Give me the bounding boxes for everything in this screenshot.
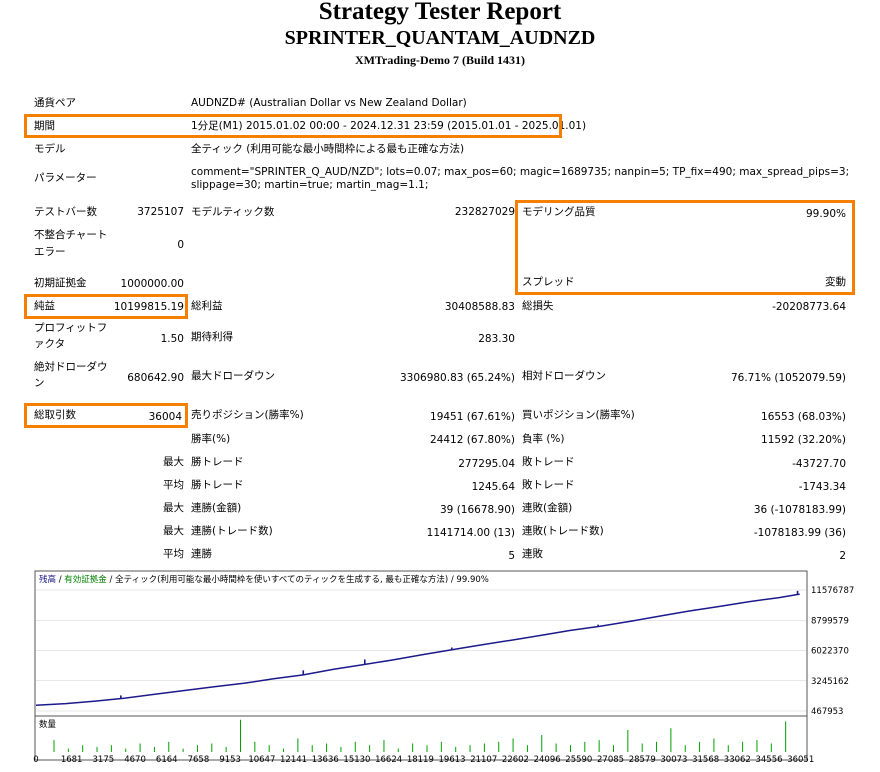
x-tick-label: 6164	[156, 755, 178, 765]
x-tick-label: 15130	[343, 755, 370, 765]
x-tick-label: 30073	[660, 755, 687, 765]
x-tick-label: 18119	[407, 755, 434, 765]
x-tick-label: 22602	[502, 755, 529, 765]
y-tick-label: 11576787	[811, 586, 854, 596]
y-tick-label: 6022370	[811, 647, 849, 657]
balance-chart: 11576787 8799579 6022370 3245162 467953 0 168…	[33, 570, 854, 765]
legend-balance: 残高	[39, 574, 56, 585]
x-tick-label: 28579	[629, 755, 656, 765]
y-tick-label: 8799579	[811, 616, 849, 626]
x-tick-label: 1681	[61, 755, 83, 765]
x-tick-label: 3175	[93, 755, 115, 765]
x-tick-label: 25590	[565, 755, 592, 765]
legend-sep: /	[56, 575, 64, 585]
x-tick-label: 7658	[188, 755, 210, 765]
x-tick-label: 10647	[248, 755, 275, 765]
y-tick-label: 467953	[811, 707, 843, 717]
x-tick-label: 0	[33, 755, 38, 765]
legend-model: / 全ティック(利用可能な最小時間枠を使いすべてのティックを生成する, 最も正確…	[107, 574, 489, 585]
x-tick-label: 31568	[692, 755, 719, 765]
x-tick-label: 13636	[312, 755, 339, 765]
x-tick-label: 27085	[597, 755, 624, 765]
x-tick-label: 12141	[280, 755, 307, 765]
x-tick-label: 9153	[219, 755, 241, 765]
x-tick-label: 4670	[124, 755, 146, 765]
volume-label: 数量	[39, 719, 57, 730]
x-tick-label: 19613	[439, 755, 466, 765]
svg-text:残高 / 有効証拠金 / 全ティック(利用可能な最小時間枠を: 残高 / 有効証拠金 / 全ティック(利用可能な最小時間枠を使いすべてのティック…	[39, 574, 489, 585]
x-tick-label: 36051	[787, 755, 814, 765]
x-tick-label: 33062	[724, 755, 751, 765]
legend-equity: 有効証拠金	[64, 574, 107, 585]
x-tick-label: 16624	[375, 755, 402, 765]
y-tick-label: 3245162	[811, 677, 849, 687]
x-tick-label: 34556	[755, 755, 782, 765]
volume-frame	[34, 715, 808, 761]
x-tick-label: 21107	[470, 755, 497, 765]
x-tick-label: 24096	[534, 755, 561, 765]
